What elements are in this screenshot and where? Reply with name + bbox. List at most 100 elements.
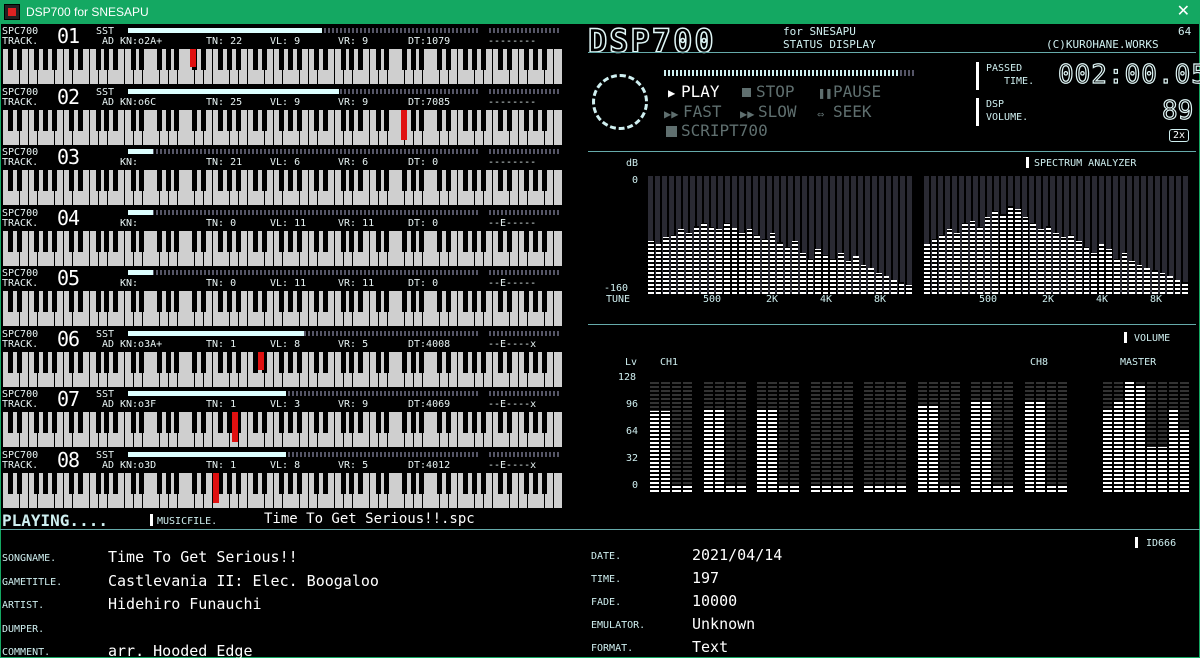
black-key [436,351,442,373]
black-key [471,412,477,433]
spectrum-bar [1053,232,1059,294]
pause-button[interactable]: PAUSE [833,82,881,101]
slow-button[interactable]: SLOW [758,102,797,121]
black-key [410,49,416,70]
black-key [261,230,267,252]
status-separator [0,529,1200,530]
black-key [358,472,363,494]
passed-label: PASSED [986,63,1023,74]
black-key [165,351,171,373]
volume-scale-label: 0 [632,480,639,491]
black-key [384,412,390,433]
black-key [480,291,486,312]
black-key [156,351,162,373]
tone-number: TN: 0 [206,278,237,289]
channel-level-bar [128,391,287,396]
dt-value: DT: 0 [408,157,439,168]
volume-track [672,380,681,492]
black-key [43,472,48,494]
stop-button[interactable]: STOP [756,82,795,101]
key-note: KN:o3A+ [120,338,163,350]
black-key [384,472,390,494]
track-label: TRACK. [2,459,39,471]
black-key [541,109,547,131]
dt-value: DT: 0 [408,217,439,229]
volume-left: VL: 8 [270,338,301,350]
volume-bar [757,408,766,492]
spectrum-bar [807,258,814,294]
spectrum-bar [1098,244,1105,294]
flags: -------- [488,96,537,108]
info-value: Castlevania II: Elec. Boogaloo [108,571,379,590]
black-key [541,472,547,494]
piano-keyboard[interactable] [2,170,564,205]
black-key [314,412,320,433]
spectrum-bar [924,244,930,294]
black-key [314,472,320,494]
black-key [445,170,451,191]
black-key [261,170,267,191]
black-key [165,412,171,433]
black-key [253,472,258,494]
black-key [104,170,110,191]
piano-keyboard[interactable] [2,230,564,266]
piano-keyboard[interactable] [2,351,564,387]
black-key [253,291,258,312]
volume-bar [832,486,842,492]
black-key [69,230,75,252]
black-key [401,170,407,191]
black-key [533,230,538,252]
black-key [463,49,468,70]
black-key [34,472,40,494]
black-key [349,109,355,131]
seek-button[interactable]: SEEK [833,102,872,121]
black-key [480,472,486,494]
piano-keyboard[interactable] [2,291,564,326]
piano-keyboard[interactable] [2,49,564,84]
channel-7: SPC700 07 SST TRACK. AD KN:o3F TN: 1 VL: 3 VR: 9… [2,389,564,449]
volume-right: VR: 5 [338,338,369,350]
black-key [200,170,206,191]
black-key [323,291,328,312]
black-key [349,49,355,70]
info-value: 197 [692,569,720,587]
piano-keyboard[interactable] [2,109,564,145]
black-key [69,291,75,312]
black-key [445,412,451,433]
volume-label: VOLUME. [986,112,1029,123]
piano-keyboard[interactable] [2,412,564,447]
volume-track [725,380,735,492]
volume-scale-label: 64 [626,426,639,437]
spectrum-tune-label: TUNE [606,294,631,305]
track-number: 01 [57,24,80,48]
piano-keyboard[interactable] [2,472,564,508]
track-label: TRACK. [2,399,39,410]
black-key [323,170,328,191]
fast-button[interactable]: FAST [683,102,722,121]
close-icon[interactable]: ✕ [1177,1,1190,21]
tone-number: TN: 0 [206,217,237,229]
script-icon [666,126,677,137]
play-button[interactable]: PLAY [681,82,720,101]
black-key [78,472,83,494]
black-key [314,170,320,191]
black-key [16,291,22,312]
black-key [471,291,477,312]
dt-value: DT:4069 [408,399,451,410]
black-key [104,109,110,131]
black-key [375,412,381,433]
black-key [8,351,13,373]
script700-button[interactable]: SCRIPT700 [681,121,768,140]
spectrum-bar [648,240,654,294]
info-value: arr. Hooded Edge [108,642,253,658]
black-key [191,230,197,252]
volume-bar [939,486,949,492]
seek-progress-bar[interactable] [664,70,916,76]
multiplier-badge[interactable]: 2x [1169,129,1190,142]
black-key [43,230,48,252]
master-bar [1136,385,1145,492]
black-key [358,109,363,131]
black-key [16,230,22,252]
flags: --E----x [488,338,537,350]
spectrum-bar [868,268,874,294]
